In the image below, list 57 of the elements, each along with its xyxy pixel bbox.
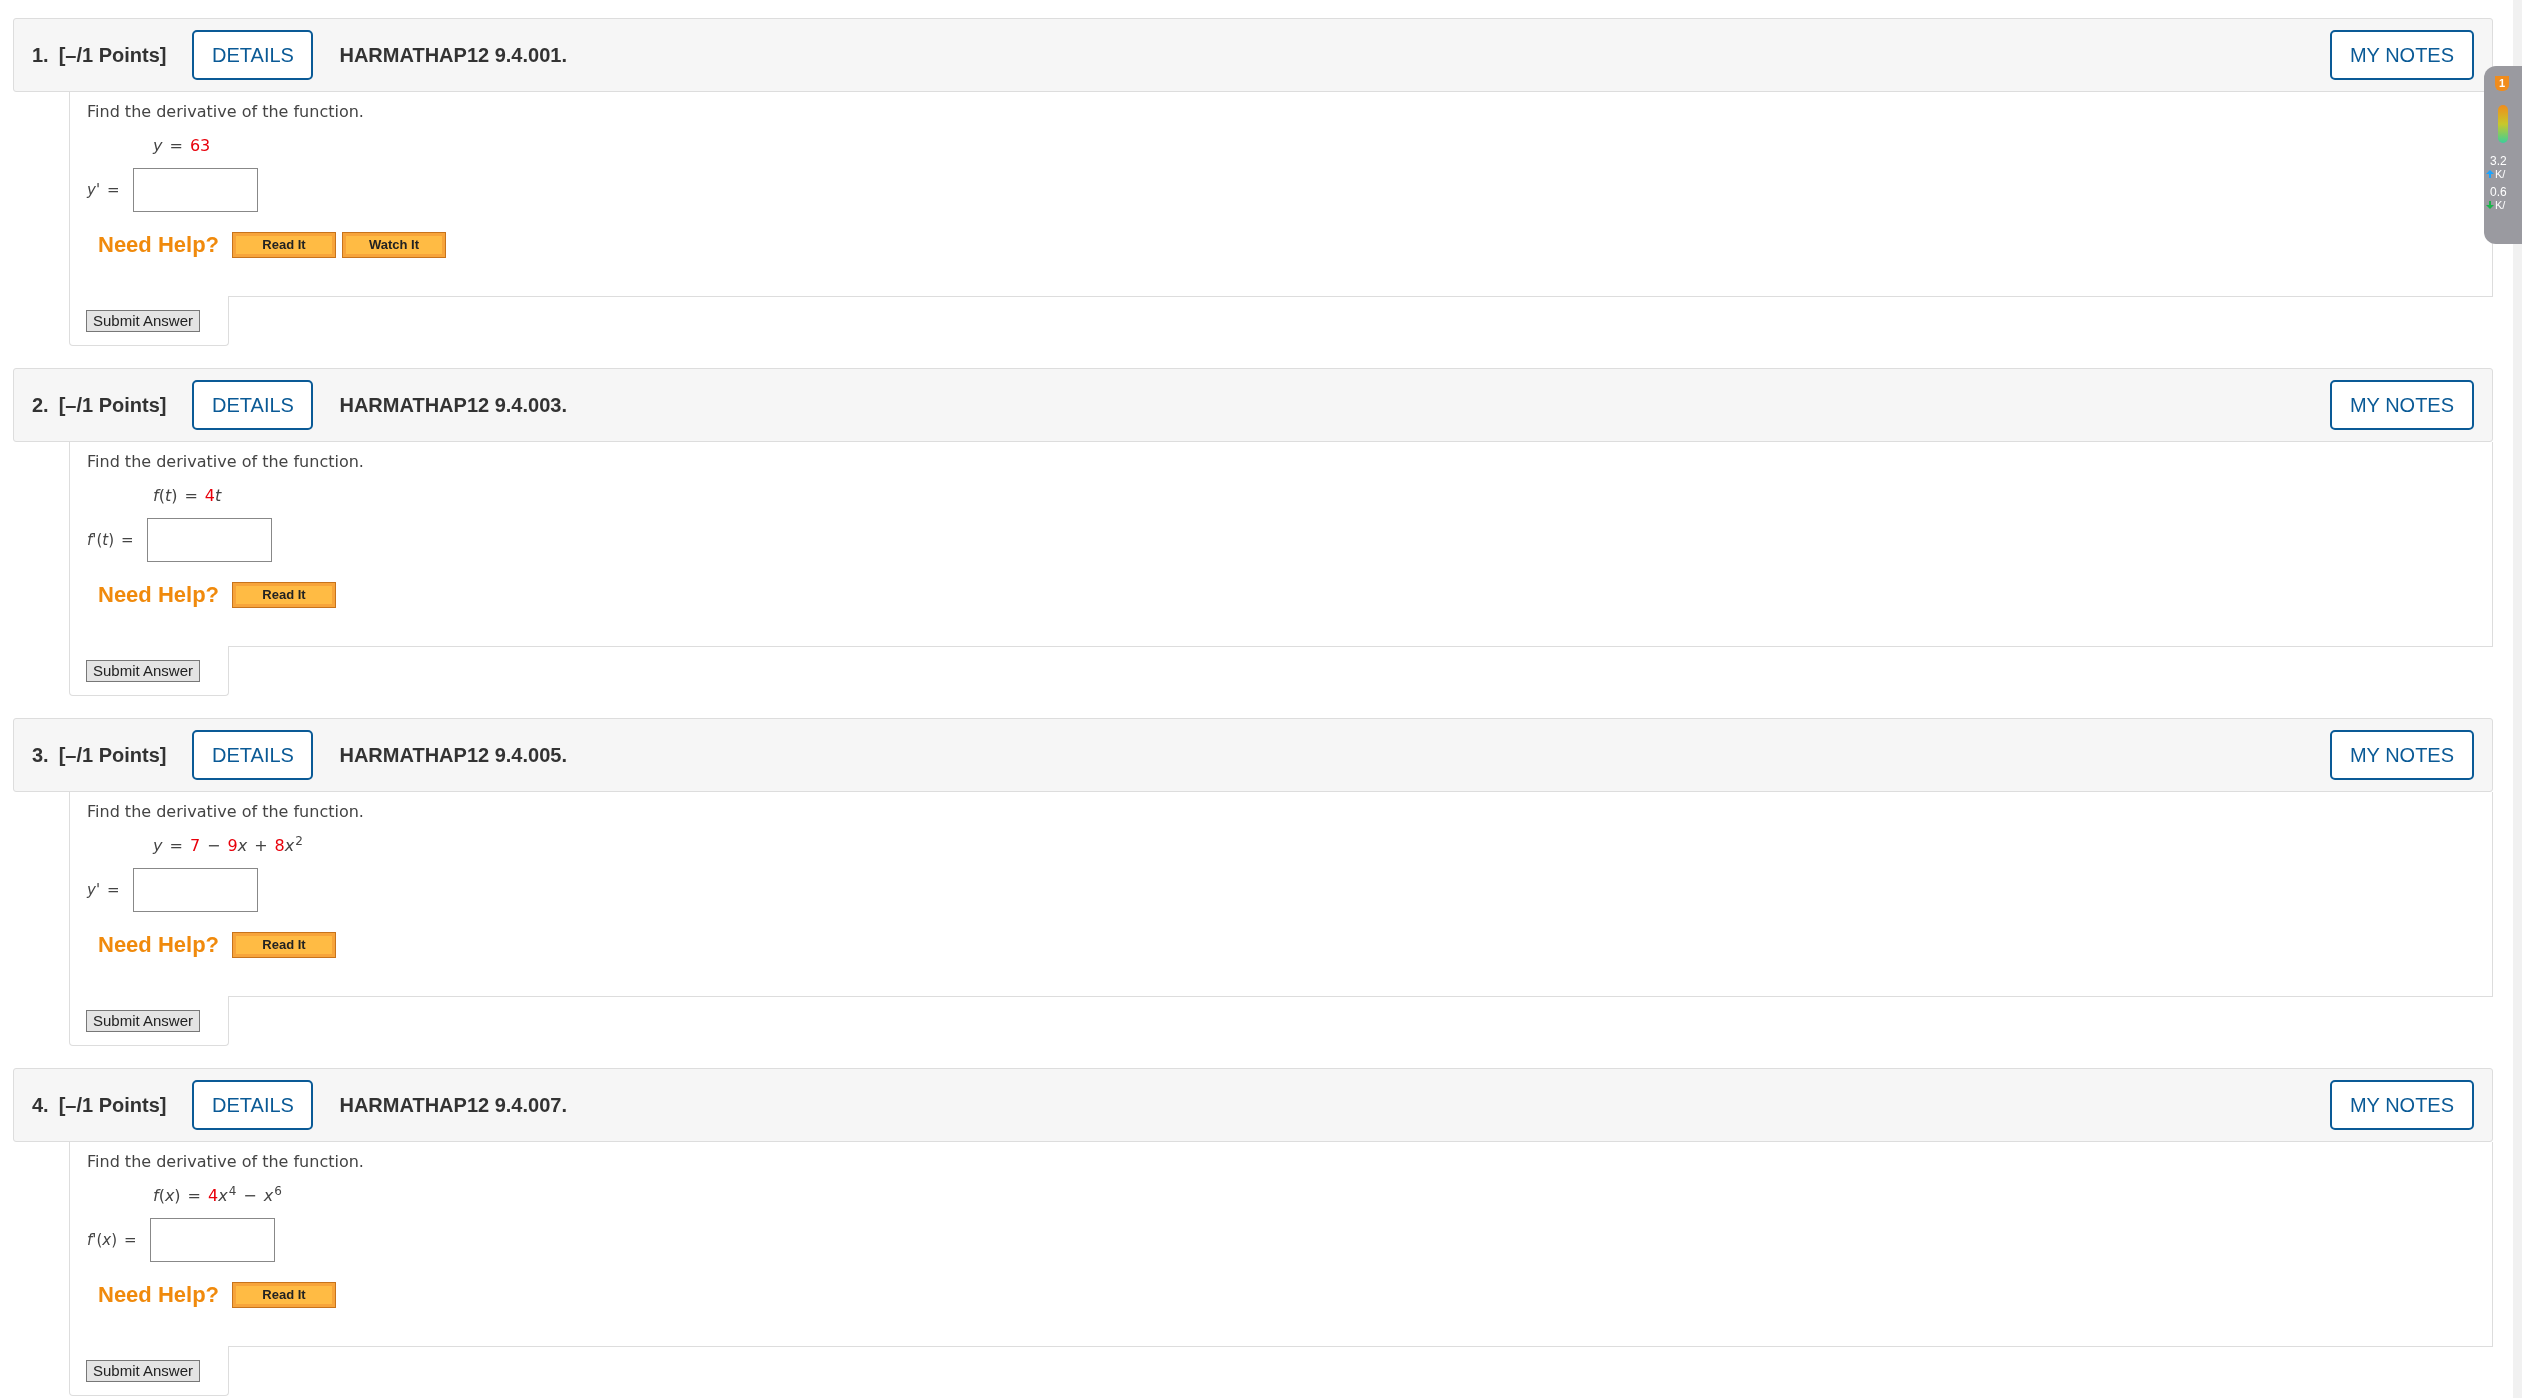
points-label: [–/1 Points] [58,43,167,68]
my-notes-button[interactable]: MY NOTES [2330,30,2474,80]
gauge-icon [2498,105,2508,143]
question-prompt: Find the derivative of the function. [87,1151,365,1173]
my-notes-button[interactable]: MY NOTES [2330,380,2474,430]
need-help-label: Need Help? [98,581,220,609]
question-code: HARMATHAP12 9.4.005. [339,743,567,768]
points-label: [–/1 Points] [58,1093,167,1118]
question-code: HARMATHAP12 9.4.003. [339,393,567,418]
points-label: [–/1 Points] [58,743,167,768]
answer-field[interactable] [146,518,272,562]
question-number: 4. [32,1093,49,1118]
question-code: HARMATHAP12 9.4.001. [339,43,567,68]
function-formula: y = 63 [153,135,211,157]
details-button[interactable]: DETAILS [192,30,314,80]
answer-label: y' = [87,179,121,201]
answer-label: f'(x) = [87,1229,138,1251]
question-number: 1. [32,43,49,68]
help-button[interactable]: Watch It [342,231,447,258]
up-arrow-icon [2486,170,2494,178]
need-help-label: Need Help? [98,231,220,259]
answer-label: f'(t) = [87,529,135,551]
details-button[interactable]: DETAILS [192,380,314,430]
submit-answer-button[interactable]: Submit Answer [86,1010,201,1032]
download-unit: K/ [2495,199,2506,211]
answer-label: y' = [87,879,121,901]
function-formula: f(x) = 4x$^{4}$ − x$^{6}$ [153,1184,282,1207]
help-button[interactable]: Read It [232,231,337,258]
answer-field[interactable] [132,168,258,212]
question-number: 2. [32,393,49,418]
answer-field[interactable] [149,1218,275,1262]
help-button[interactable]: Read It [232,1281,337,1308]
answer-field[interactable] [132,868,258,912]
notification-badge: 1 [2495,76,2509,91]
function-formula: f(t) = 4t [153,485,222,507]
my-notes-button[interactable]: MY NOTES [2330,730,2474,780]
points-label: [–/1 Points] [58,393,167,418]
question-prompt: Find the derivative of the function. [87,801,365,823]
upload-speed: 3.2 [2490,155,2507,168]
down-arrow-icon [2486,201,2494,209]
help-button[interactable]: Read It [232,581,337,608]
help-button[interactable]: Read It [232,931,337,958]
submit-answer-button[interactable]: Submit Answer [86,1360,201,1382]
upload-unit: K/ [2495,168,2506,180]
need-help-label: Need Help? [98,1281,220,1309]
submit-answer-button[interactable]: Submit Answer [86,660,201,682]
function-formula: y = 7 − 9x + 8x$^{2}$ [153,834,303,857]
question-code: HARMATHAP12 9.4.007. [339,1093,567,1118]
question-prompt: Find the derivative of the function. [87,101,365,123]
submit-answer-button[interactable]: Submit Answer [86,310,201,332]
details-button[interactable]: DETAILS [192,730,314,780]
my-notes-button[interactable]: MY NOTES [2330,1080,2474,1130]
details-button[interactable]: DETAILS [192,1080,314,1130]
need-help-label: Need Help? [98,931,220,959]
question-prompt: Find the derivative of the function. [87,451,365,473]
download-speed: 0.6 [2490,186,2507,199]
question-number: 3. [32,743,49,768]
